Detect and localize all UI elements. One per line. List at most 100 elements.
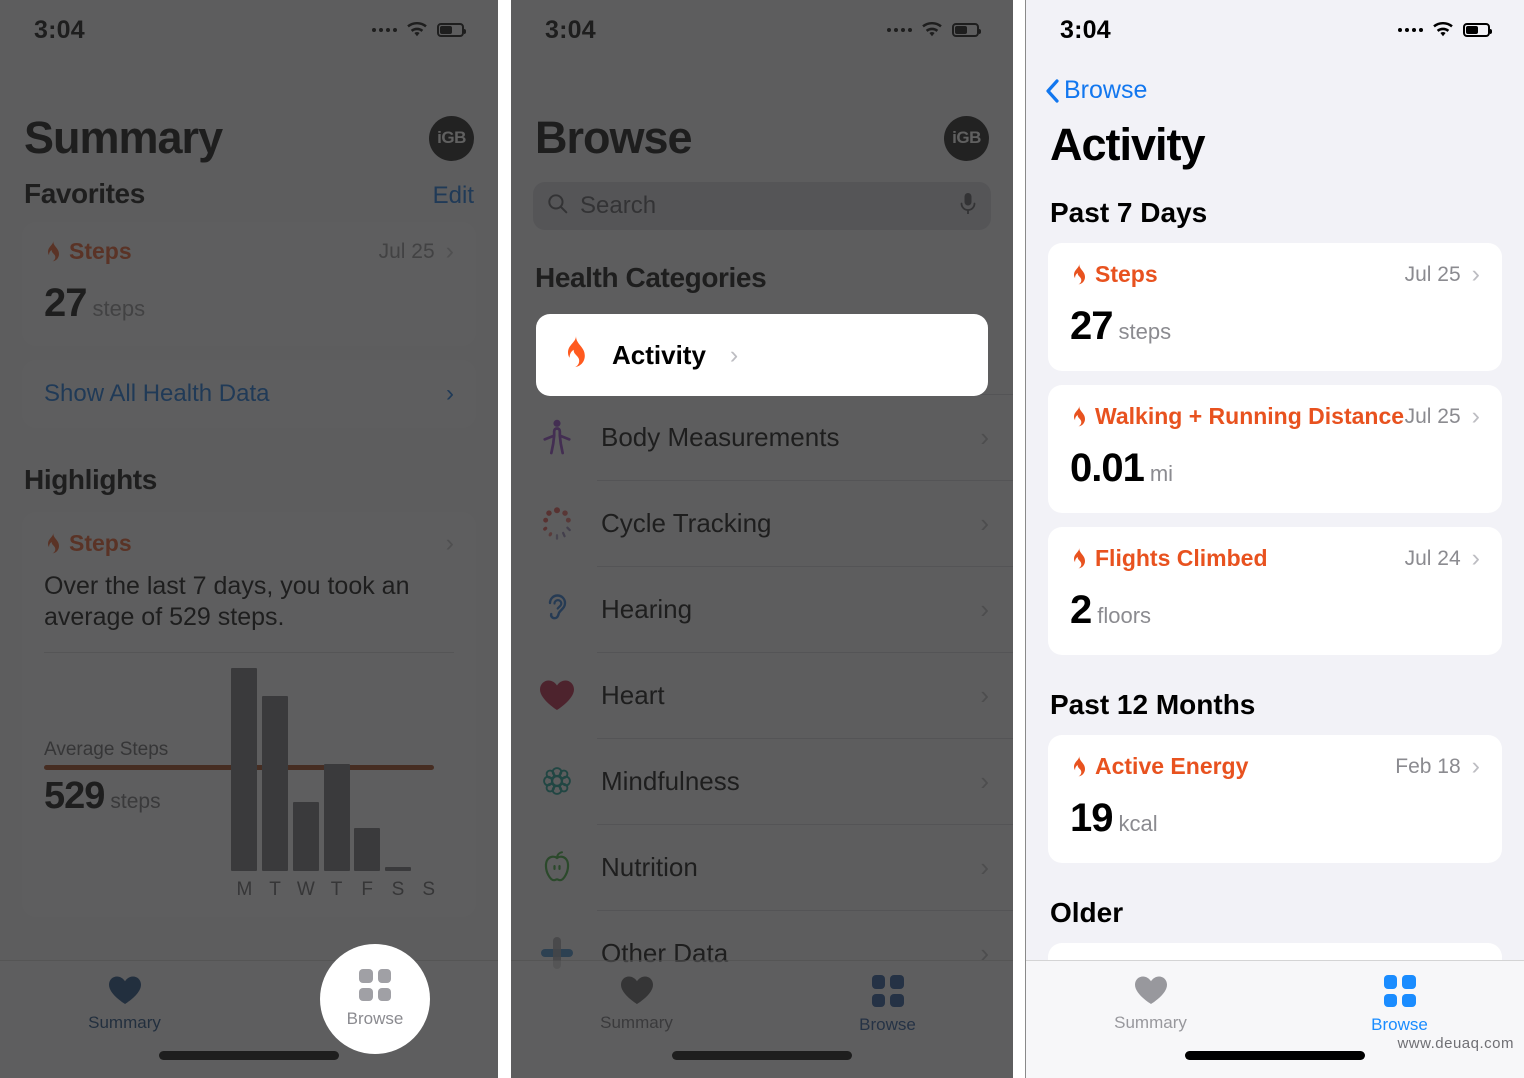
chart-bar-column [290,657,321,871]
status-bar: 3:04 [0,0,498,60]
card-date: Jul 25 › [379,239,454,264]
favorites-header-row: Favorites Edit [0,178,498,210]
card-value: 0.01 mi [1070,446,1480,491]
card-title: Steps [44,530,132,557]
chevron-right-icon: › [445,237,454,265]
wifi-icon [1432,21,1454,38]
sidebar-item-label: Body Measurements [601,421,840,452]
sidebar-item-mindfulness[interactable]: Mindfulness › [511,738,1013,824]
favorites-header: Favorites [24,178,145,209]
card-value-unit: steps [92,296,146,321]
grid-icon [871,975,904,1007]
health-card[interactable]: Walking + Running Distance Jul 25 › 0.01 mi [1048,385,1502,513]
flame-icon [1070,755,1087,778]
browse-title-row: Browse iGB [511,112,1013,164]
tab-browse[interactable]: Browse [762,975,1013,1035]
tab-summary[interactable]: Summary [0,975,249,1033]
edit-button[interactable]: Edit [433,182,474,210]
card-value-number: 27 [1070,304,1113,348]
spotlight-browse-tab[interactable]: Browse [320,944,430,1054]
card-date: Jul 25 › [1405,404,1480,429]
wifi-icon [921,21,943,38]
sidebar-item-activity-highlight[interactable]: Activity › [536,314,988,396]
page-title: Activity [1050,119,1206,170]
sidebar-item-label: Mindfulness [601,765,740,796]
heart-icon [537,675,577,715]
summary-title-row: Summary iGB [0,112,498,164]
activity-title-row: Activity [1026,119,1524,171]
card-title-label: Steps [69,238,132,264]
chevron-right-icon: › [1471,402,1480,430]
card-value: 27 steps [1070,304,1480,349]
tab-summary-label: Summary [600,1013,673,1032]
phone-panel-summary: 3:04 Summary iGB Favorites Edit Steps Ju… [0,0,498,1078]
status-time: 3:04 [34,15,85,44]
chevron-right-icon: › [980,422,989,452]
card-title: Walking + Running Distance [1070,403,1404,430]
section-header: Past 7 Days [1050,197,1208,228]
chart-tick-label: T [330,878,343,900]
battery-icon [1463,23,1492,37]
microphone-icon[interactable] [959,192,977,221]
page-title: Summary [24,112,223,163]
health-card[interactable]: Active Energy Feb 18 › 19 kcal [1048,735,1502,863]
card-value-unit: steps [1118,319,1172,344]
search-bar[interactable]: Search [533,182,991,230]
tab-summary-label: Summary [1114,1013,1187,1032]
card-header: Active Energy Feb 18 › [1070,753,1480,780]
health-card[interactable]: Flights Climbed Jul 24 › 2 floors [1048,527,1502,655]
mindfulness-icon [537,761,577,801]
sidebar-item-label: Cycle Tracking [601,507,772,538]
card-value-unit: mi [1149,461,1174,486]
card-date-label: Jul 25 [1404,404,1461,428]
card-header: Flights Climbed Jul 24 › [1070,545,1480,572]
card-value-number: 19 [1070,796,1113,840]
heart-icon [620,975,654,1005]
chevron-right-icon: › [729,340,739,369]
favorite-steps-card[interactable]: Steps Jul 25 › 27 steps [22,222,476,346]
sidebar-item-label: Hearing [601,593,693,624]
card-title-label: Walking + Running Distance [1095,403,1405,429]
flame-icon [44,532,61,555]
sidebar-item-heart[interactable]: Heart › [511,652,1013,738]
card-title: Flights Climbed [1070,545,1268,572]
body-icon [537,417,577,457]
activity-sections: Past 7 Days Steps Jul 25 › 27 steps Walking + … [1026,197,1524,983]
tab-browse-label: Browse [859,1015,916,1034]
status-indicators [372,21,466,38]
health-card[interactable]: Steps Jul 25 › 27 steps [1048,243,1502,371]
show-all-health-data-button[interactable]: Show All Health Data › [22,360,476,428]
chart-average-value: 529 steps [44,775,161,818]
card-header: Steps Jul 25 › [44,238,454,265]
heart-icon [1134,975,1168,1005]
avatar[interactable]: iGB [944,115,989,161]
signal-dots-icon [1398,28,1423,32]
chart-bar [323,764,350,871]
sidebar-item-cycle-tracking[interactable]: Cycle Tracking › [511,480,1013,566]
sidebar-item-hearing[interactable]: Hearing › [511,566,1013,652]
card-header: Steps Jul 25 › [1070,261,1480,288]
home-indicator [1185,1051,1365,1060]
tab-bar: Summary Browse [1026,960,1524,1078]
sidebar-item-nutrition[interactable]: Nutrition › [511,824,1013,910]
show-all-label: Show All Health Data [44,380,270,407]
chart-average-number: 529 [44,774,105,817]
sidebar-item-body-measurements[interactable]: Body Measurements › [511,394,1013,480]
avatar[interactable]: iGB [429,115,474,161]
chart-tick-label: F [361,878,374,900]
tab-summary[interactable]: Summary [1026,975,1275,1033]
chevron-right-icon: › [980,680,989,710]
chart-bar-column [321,657,352,871]
ear-icon [537,589,577,629]
tab-browse[interactable]: Browse [1275,975,1524,1035]
phone-panel-activity: 3:04 Browse Activity Past 7 Days Steps Jul… [1025,0,1524,1078]
status-bar: 3:04 [1026,0,1524,60]
card-header: Steps › [44,530,454,557]
card-date-label: Jul 24 [1404,546,1461,570]
battery-icon [437,23,466,37]
tab-summary[interactable]: Summary [511,975,762,1033]
chart-bar [354,827,381,871]
highlight-steps-card[interactable]: Steps › Over the last 7 days, you took a… [22,512,476,917]
back-button[interactable]: Browse [1026,76,1524,105]
tab-bar: Summary Browse [511,960,1013,1078]
